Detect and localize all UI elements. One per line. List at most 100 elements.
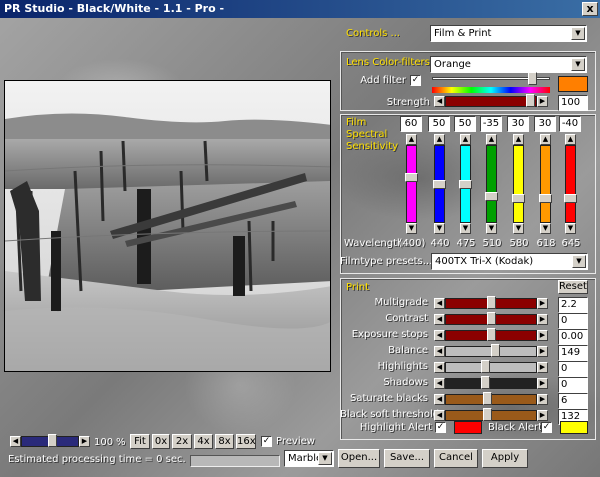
close-button[interactable]: x: [582, 2, 598, 16]
print-row-thumb[interactable]: [487, 312, 496, 325]
open-button[interactable]: Open...: [338, 449, 380, 468]
slider-up-icon[interactable]: ▲: [540, 134, 551, 145]
print-row-slider[interactable]: ◀ ▶: [434, 344, 548, 357]
print-row-value[interactable]: 149: [558, 345, 588, 361]
film-value-input[interactable]: 50: [428, 116, 450, 132]
slider-down-icon[interactable]: ▼: [406, 223, 417, 234]
print-row-thumb[interactable]: [481, 360, 490, 373]
slider-up-icon[interactable]: ▲: [486, 134, 497, 145]
print-row-slider[interactable]: ◀ ▶: [434, 360, 548, 373]
scroll-right-icon[interactable]: ▶: [537, 96, 548, 107]
film-slider-thumb[interactable]: [433, 180, 446, 189]
print-row-value[interactable]: 6: [558, 393, 588, 409]
scroll-left-icon[interactable]: ◀: [434, 410, 445, 421]
slider-down-icon[interactable]: ▼: [565, 223, 576, 234]
film-value-input[interactable]: 50: [454, 116, 476, 132]
slider-up-icon[interactable]: ▲: [565, 134, 576, 145]
film-slider-thumb[interactable]: [564, 194, 577, 203]
add-filter-checkbox[interactable]: ✓: [410, 75, 421, 86]
print-row-slider[interactable]: ◀ ▶: [434, 296, 548, 309]
print-row-slider[interactable]: ◀ ▶: [434, 408, 548, 421]
scroll-left-icon[interactable]: ◀: [434, 96, 445, 107]
scroll-left-icon[interactable]: ◀: [434, 346, 445, 357]
controls-dropdown[interactable]: Film & Print ▼: [430, 25, 587, 42]
slider-up-icon[interactable]: ▲: [434, 134, 445, 145]
scroll-right-icon[interactable]: ▶: [537, 298, 548, 309]
print-row-thumb[interactable]: [483, 408, 492, 421]
hue-slider[interactable]: [432, 72, 550, 85]
print-row-thumb[interactable]: [487, 328, 496, 341]
film-slider-thumb[interactable]: [512, 194, 525, 203]
theme-dropdown[interactable]: Marble ▼: [284, 450, 334, 467]
reset-button[interactable]: Reset: [558, 280, 588, 294]
preview-checkbox[interactable]: ✓: [261, 436, 272, 447]
print-row-slider[interactable]: ◀ ▶: [434, 328, 548, 341]
save-button[interactable]: Save...: [384, 449, 430, 468]
scroll-right-icon[interactable]: ▶: [537, 330, 548, 341]
film-value-input[interactable]: 30: [507, 116, 529, 132]
lens-filter-dropdown[interactable]: Orange ▼: [430, 56, 587, 73]
film-value-input[interactable]: 30: [534, 116, 556, 132]
print-row-value[interactable]: 0: [558, 361, 588, 377]
scroll-right-icon[interactable]: ▶: [79, 436, 90, 447]
apply-button[interactable]: Apply: [482, 449, 528, 468]
scroll-left-icon[interactable]: ◀: [434, 378, 445, 389]
film-slider-thumb[interactable]: [405, 173, 418, 182]
highlight-alert-checkbox[interactable]: ✓: [435, 422, 446, 433]
film-value-input[interactable]: -35: [480, 116, 502, 132]
print-row-thumb[interactable]: [483, 392, 492, 405]
print-row-value[interactable]: 2.2: [558, 297, 588, 313]
scroll-right-icon[interactable]: ▶: [537, 394, 548, 405]
scroll-right-icon[interactable]: ▶: [537, 362, 548, 373]
film-slider[interactable]: ▲ ▼: [539, 134, 552, 234]
slider-down-icon[interactable]: ▼: [486, 223, 497, 234]
print-row-value[interactable]: 0.00: [558, 329, 588, 345]
scroll-left-icon[interactable]: ◀: [434, 298, 445, 309]
zoom-4x-button[interactable]: 4x: [194, 434, 213, 449]
print-row-thumb[interactable]: [491, 344, 500, 357]
print-row-thumb[interactable]: [487, 296, 496, 309]
strength-input[interactable]: 100: [558, 95, 588, 111]
film-slider[interactable]: ▲ ▼: [459, 134, 472, 234]
print-row-value[interactable]: 0: [558, 377, 588, 393]
scroll-left-icon[interactable]: ◀: [434, 314, 445, 325]
slider-down-icon[interactable]: ▼: [460, 223, 471, 234]
scroll-right-icon[interactable]: ▶: [537, 410, 548, 421]
film-slider-thumb[interactable]: [459, 180, 472, 189]
film-slider[interactable]: ▲ ▼: [512, 134, 525, 234]
scroll-right-icon[interactable]: ▶: [537, 378, 548, 389]
strength-slider[interactable]: ◀ ▶: [434, 94, 548, 107]
print-row-value[interactable]: 0: [558, 313, 588, 329]
print-row-slider[interactable]: ◀ ▶: [434, 392, 548, 405]
black-alert-checkbox[interactable]: ✓: [541, 422, 552, 433]
slider-down-icon[interactable]: ▼: [513, 223, 524, 234]
film-value-input[interactable]: -40: [559, 116, 581, 132]
film-slider[interactable]: ▲ ▼: [485, 134, 498, 234]
slider-up-icon[interactable]: ▲: [460, 134, 471, 145]
film-slider-thumb[interactable]: [485, 192, 498, 201]
hue-slider-thumb[interactable]: [528, 72, 537, 85]
scroll-right-icon[interactable]: ▶: [537, 314, 548, 325]
scroll-left-icon[interactable]: ◀: [434, 362, 445, 373]
film-value-input[interactable]: 60: [400, 116, 422, 132]
cancel-button[interactable]: Cancel: [434, 449, 478, 468]
slider-down-icon[interactable]: ▼: [434, 223, 445, 234]
print-row-thumb[interactable]: [481, 376, 490, 389]
zoom-0x-button[interactable]: 0x: [152, 434, 170, 449]
zoom-2x-button[interactable]: 2x: [172, 434, 192, 449]
scroll-right-icon[interactable]: ▶: [537, 346, 548, 357]
scroll-left-icon[interactable]: ◀: [10, 436, 21, 447]
film-slider-thumb[interactable]: [539, 194, 552, 203]
print-row-slider[interactable]: ◀ ▶: [434, 376, 548, 389]
scroll-left-icon[interactable]: ◀: [434, 394, 445, 405]
filmtype-dropdown[interactable]: 400TX Tri-X (Kodak) ▼: [431, 253, 588, 270]
black-alert-color[interactable]: [560, 421, 588, 434]
zoom-fit-button[interactable]: Fit: [130, 434, 150, 449]
zoom-thumb[interactable]: [48, 434, 57, 447]
zoom-16x-button[interactable]: 16x: [236, 434, 256, 449]
print-row-slider[interactable]: ◀ ▶: [434, 312, 548, 325]
slider-down-icon[interactable]: ▼: [540, 223, 551, 234]
film-slider[interactable]: ▲ ▼: [433, 134, 446, 234]
strength-thumb[interactable]: [526, 94, 535, 107]
film-slider[interactable]: ▲ ▼: [564, 134, 577, 234]
